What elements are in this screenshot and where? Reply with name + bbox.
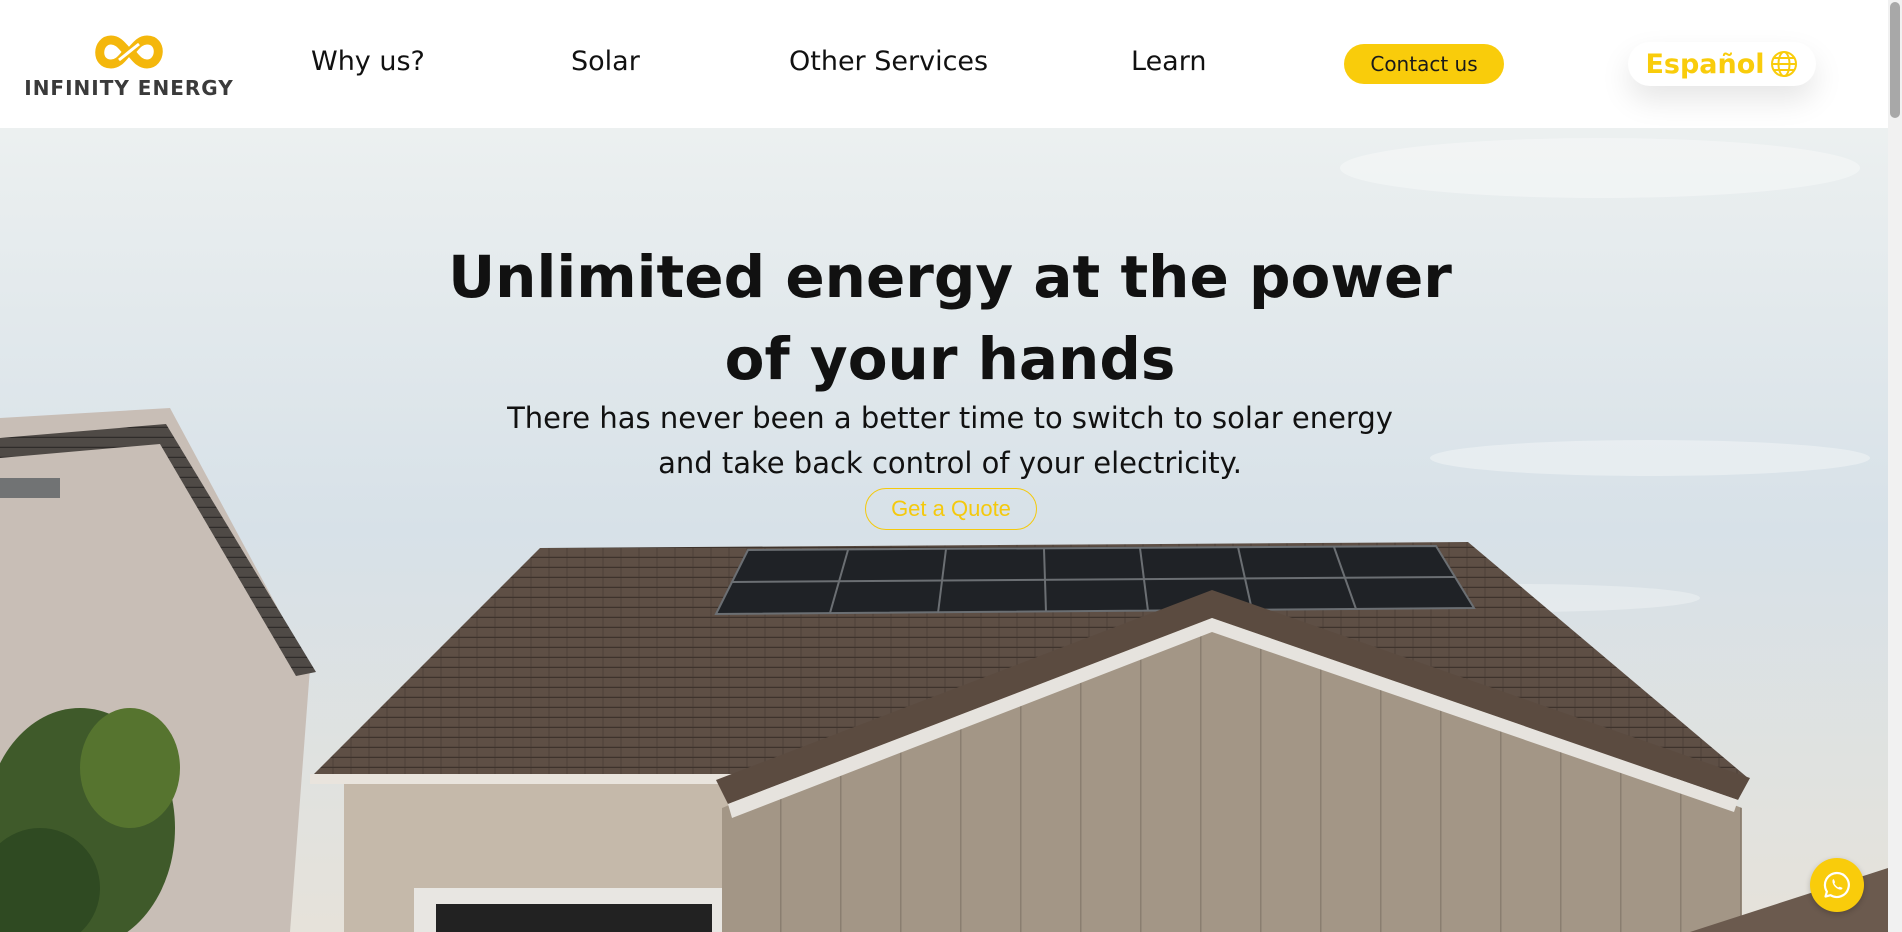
get-a-quote-button[interactable]: Get a Quote: [865, 488, 1037, 530]
globe-icon: [1770, 51, 1797, 77]
page: INFINITY ENERGY Why us? Solar Other Serv…: [0, 0, 1902, 932]
language-toggle[interactable]: Español: [1628, 42, 1816, 86]
language-label: Español: [1645, 48, 1765, 80]
nav-why-us[interactable]: Why us?: [311, 46, 425, 77]
nav-other-services[interactable]: Other Services: [789, 46, 988, 77]
hero-subtitle: There has never been a better time to sw…: [507, 401, 1393, 480]
brand-logo[interactable]: INFINITY ENERGY: [24, 30, 234, 106]
contact-us-button[interactable]: Contact us: [1344, 44, 1504, 84]
whatsapp-chat-button[interactable]: [1810, 858, 1864, 912]
infinity-icon: [95, 35, 163, 69]
hero-title: Unlimited energy at the power of your ha…: [448, 243, 1452, 393]
scrollbar-thumb[interactable]: [1890, 2, 1900, 118]
site-header: INFINITY ENERGY Why us? Solar Other Serv…: [0, 0, 1888, 128]
brand-name: INFINITY ENERGY: [24, 76, 234, 100]
nav-solar[interactable]: Solar: [571, 46, 640, 77]
nav-learn[interactable]: Learn: [1131, 46, 1206, 77]
hero-section: Unlimited energy at the power of your ha…: [0, 128, 1888, 932]
page-scrollbar[interactable]: [1888, 0, 1902, 932]
whatsapp-icon: [1823, 871, 1850, 899]
